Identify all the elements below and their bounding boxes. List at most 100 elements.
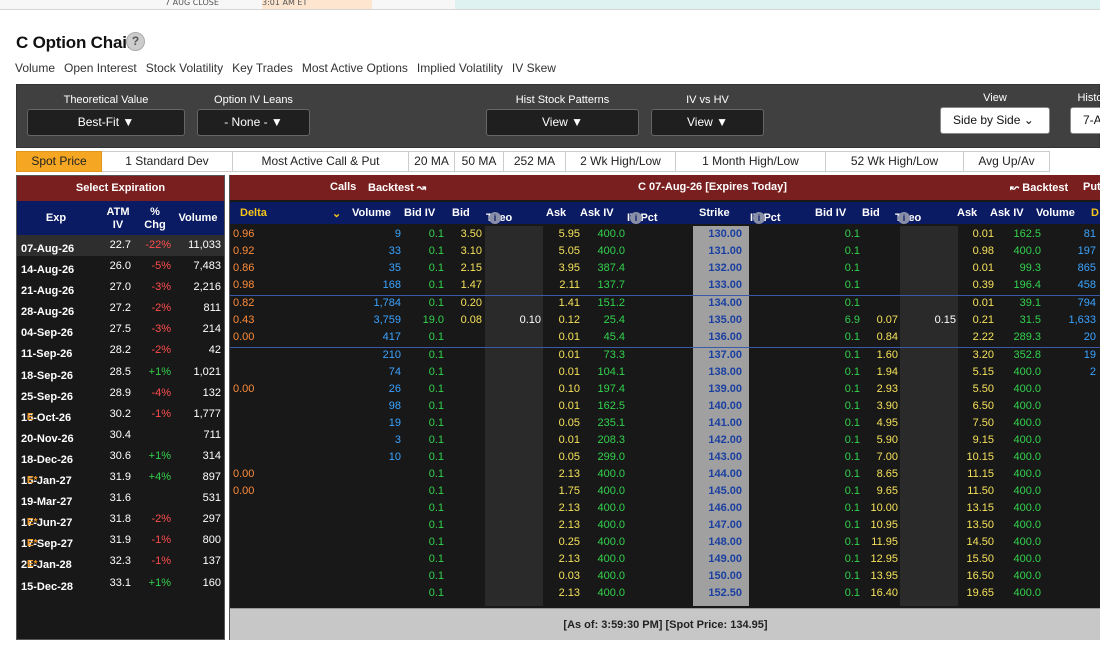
expiration-row[interactable]: 18-Sep-26 28.5 +1% 1,021 — [17, 362, 224, 383]
atm-iv-col-header-1[interactable]: ATM — [101, 206, 135, 219]
put-bid-iv-col-header[interactable]: Bid IV — [815, 207, 846, 219]
tab-50-ma[interactable]: 50 MA — [455, 151, 504, 172]
chg-col-header-1[interactable]: % — [137, 206, 173, 219]
chain-row[interactable]: 0.96 9 0.1 3.50 5.95 400.0 130.00 0.1 0.01 162.5 8… — [230, 226, 1100, 243]
tab-252-ma[interactable]: 252 MA — [504, 151, 566, 172]
tab-spot-price[interactable]: Spot Price — [16, 151, 102, 172]
expiration-row[interactable]: 15-Dec-28 33.1 +1% 160 — [17, 573, 224, 594]
call-bid-iv: 0.1 — [428, 228, 444, 240]
control-group: Hist Stock Patterns View ▼ — [486, 94, 639, 136]
chain-row[interactable]: 0.00 0.1 1.75 400.0 145.00 0.1 9.65 11.50 400.0 — [230, 483, 1100, 500]
delta-col-header[interactable]: Delta — [240, 207, 267, 219]
nav-link-open-interest[interactable]: Open Interest — [64, 61, 137, 75]
expiration-row[interactable]: 07-Aug-26 22.7 -22% 11,033 — [17, 235, 224, 257]
expiration-row[interactable]: 20-Nov-26 30.4 711 — [17, 425, 224, 446]
close-label: 7 AUG CLOSE — [165, 0, 219, 7]
chain-row[interactable]: 0.98 168 0.1 1.47 2.11 137.7 133.00 0.1 0.39 196.… — [230, 277, 1100, 294]
chain-row[interactable]: 10 0.1 0.05 299.0 143.00 0.1 7.00 10.15 400.0 — [230, 449, 1100, 466]
atm-iv-value: 32.3 — [109, 555, 131, 568]
chain-row[interactable]: 0.82 1,784 0.1 0.20 1.41 151.2 134.00 0.1 0.01 39… — [230, 295, 1100, 312]
chain-row[interactable]: 0.92 33 0.1 3.10 5.05 400.0 131.00 0.1 0.98 400.0… — [230, 243, 1100, 260]
control-dropdown[interactable]: Best-Fit ▼ — [27, 109, 185, 136]
info-icon[interactable]: i — [753, 212, 765, 224]
tab-most-active-call-put[interactable]: Most Active Call & Put — [233, 151, 409, 172]
chain-row[interactable]: 19 0.1 0.05 235.1 141.00 0.1 4.95 7.50 400.0 — [230, 415, 1100, 432]
chain-row[interactable]: 98 0.1 0.01 162.5 140.00 0.1 3.90 6.50 400.0 — [230, 398, 1100, 415]
bid-iv-col-header[interactable]: Bid IV — [404, 207, 435, 219]
put-ask-col-header[interactable]: Ask — [957, 207, 977, 219]
chain-row[interactable]: 0.43 3,759 19.0 0.08 0.10 0.12 25.4 135.00 6.9 0.… — [230, 312, 1100, 329]
expiration-row[interactable]: 04-Sep-26 27.5 -3% 214 — [17, 319, 224, 340]
chain-row[interactable]: 0.1 2.13 400.0 149.00 0.1 12.95 15.50 400.0 — [230, 551, 1100, 568]
volume-col-header[interactable]: Volume — [173, 212, 223, 225]
nav-link-key-trades[interactable]: Key Trades — [232, 61, 293, 75]
chain-row[interactable]: 210 0.1 0.01 73.3 137.00 0.1 1.60 3.20 352.8 19 — [230, 347, 1100, 364]
chain-row[interactable]: 0.1 0.25 400.0 148.00 0.1 11.95 14.50 400.0 — [230, 534, 1100, 551]
expiration-row[interactable]: 16-Oct-26 E 30.2 -1% 1,777 — [17, 404, 224, 425]
chain-row[interactable]: 0.86 35 0.1 2.15 3.95 387.4 132.00 0.1 0.01 99.3 8… — [230, 260, 1100, 277]
chg-col-header-2[interactable]: Chg — [137, 219, 173, 232]
expiration-row[interactable]: 21-Jan-28 E* 32.3 -1% 137 — [17, 551, 224, 572]
chain-row[interactable]: 0.1 2.13 400.0 152.50 0.1 16.40 19.65 400.0 — [230, 585, 1100, 602]
expiration-row[interactable]: 14-Aug-26 26.0 -5% 7,483 — [17, 256, 224, 277]
expiration-row[interactable]: 25-Sep-26 28.9 -4% 132 — [17, 383, 224, 404]
put-delta-col-header[interactable]: D — [1091, 207, 1099, 219]
call-volume: 26 — [388, 383, 401, 395]
control-dropdown[interactable]: 7-Au — [1070, 107, 1100, 134]
atm-iv-col-header-2[interactable]: IV — [101, 219, 135, 232]
tab-2-wk-high-low[interactable]: 2 Wk High/Low — [566, 151, 676, 172]
backtest-calls-link[interactable]: Backtest ↝ — [368, 181, 426, 194]
expiration-row[interactable]: 18-Dec-26 30.6 +1% 314 — [17, 446, 224, 467]
chain-row[interactable]: 0.00 0.1 2.13 400.0 144.00 0.1 8.65 11.15 400.0 — [230, 466, 1100, 483]
help-icon[interactable]: ? — [126, 32, 145, 51]
chevron-down-icon[interactable]: ⌄ — [332, 207, 341, 220]
chain-row[interactable]: 0.1 2.13 400.0 146.00 0.1 10.00 13.15 400.0 — [230, 500, 1100, 517]
strike-col-header[interactable]: Strike — [699, 207, 730, 219]
expiration-row[interactable]: 28-Aug-26 27.2 -2% 811 — [17, 298, 224, 319]
volume-col-header[interactable]: Volume — [352, 207, 391, 219]
put-ask-iv-col-header[interactable]: Ask IV — [990, 207, 1024, 219]
chain-row[interactable]: 3 0.1 0.01 208.3 142.00 0.1 5.90 9.15 400.0 — [230, 432, 1100, 449]
chain-row[interactable]: 0.00 417 0.1 0.01 45.4 136.00 0.1 0.84 2.22 289.3… — [230, 329, 1100, 346]
tab-1-standard-dev[interactable]: 1 Standard Dev — [102, 151, 233, 172]
tab-1-month-high-low[interactable]: 1 Month High/Low — [676, 151, 826, 172]
nav-link-iv-skew[interactable]: IV Skew — [512, 61, 556, 75]
tab-avg-up-av[interactable]: Avg Up/Av — [964, 151, 1050, 172]
call-bid-iv: 0.1 — [428, 434, 444, 446]
put-ask-iv: 400.0 — [1013, 502, 1041, 514]
put-volume-col-header[interactable]: Volume — [1036, 207, 1075, 219]
control-dropdown[interactable]: View ▼ — [651, 109, 764, 136]
expiration-row[interactable]: 17-Sep-27 E* 31.9 -1% 800 — [17, 530, 224, 551]
tab-20-ma[interactable]: 20 MA — [409, 151, 455, 172]
ask-col-header[interactable]: Ask — [546, 207, 566, 219]
control-dropdown[interactable]: - None - ▼ — [197, 109, 310, 136]
control-dropdown[interactable]: View ▼ — [486, 109, 639, 136]
put-ask: 16.50 — [966, 570, 994, 582]
tab-52-wk-high-low[interactable]: 52 Wk High/Low — [826, 151, 964, 172]
nav-link-most-active-options[interactable]: Most Active Options — [302, 61, 408, 75]
chain-row[interactable]: 0.1 0.03 400.0 150.00 0.1 13.95 16.50 400.0 — [230, 568, 1100, 585]
put-bid-col-header[interactable]: Bid — [862, 207, 880, 219]
nav-link-stock-volatility[interactable]: Stock Volatility — [146, 61, 223, 75]
expiration-row[interactable]: 15-Jan-27 E* 31.9 +4% 897 — [17, 467, 224, 488]
expiration-row[interactable]: 19-Mar-27 31.6 531 — [17, 488, 224, 509]
info-icon[interactable]: i — [630, 212, 642, 224]
info-icon[interactable]: i — [489, 212, 501, 224]
info-icon[interactable]: i — [898, 212, 910, 224]
nav-link-implied-volatility[interactable]: Implied Volatility — [417, 61, 503, 75]
expiration-row[interactable]: 11-Sep-26 28.2 -2% 42 — [17, 340, 224, 361]
control-dropdown[interactable]: Side by Side ⌄ — [940, 107, 1050, 134]
expiration-row[interactable]: 21-Aug-26 27.0 -3% 2,216 — [17, 277, 224, 298]
backtest-puts-link[interactable]: ↜ Backtest — [1010, 181, 1068, 194]
chain-row[interactable]: 74 0.1 0.01 104.1 138.00 0.1 1.94 5.15 400.0 2 — [230, 364, 1100, 381]
ask-iv-col-header[interactable]: Ask IV — [580, 207, 614, 219]
put-ask: 10.15 — [966, 451, 994, 463]
bid-col-header[interactable]: Bid — [452, 207, 470, 219]
control-group: Theoretical Value Best-Fit ▼ — [27, 94, 185, 136]
exp-col-header[interactable]: Exp — [21, 212, 91, 225]
nav-link-volume[interactable]: Volume — [15, 61, 55, 75]
call-bid-iv: 0.1 — [428, 383, 444, 395]
chain-row[interactable]: 0.1 2.13 400.0 147.00 0.1 10.95 13.50 400.0 — [230, 517, 1100, 534]
expiration-row[interactable]: 17-Jun-27 E* 31.8 -2% 297 — [17, 509, 224, 530]
chain-row[interactable]: 0.00 26 0.1 0.10 197.4 139.00 0.1 2.93 5.50 400.0 — [230, 381, 1100, 398]
